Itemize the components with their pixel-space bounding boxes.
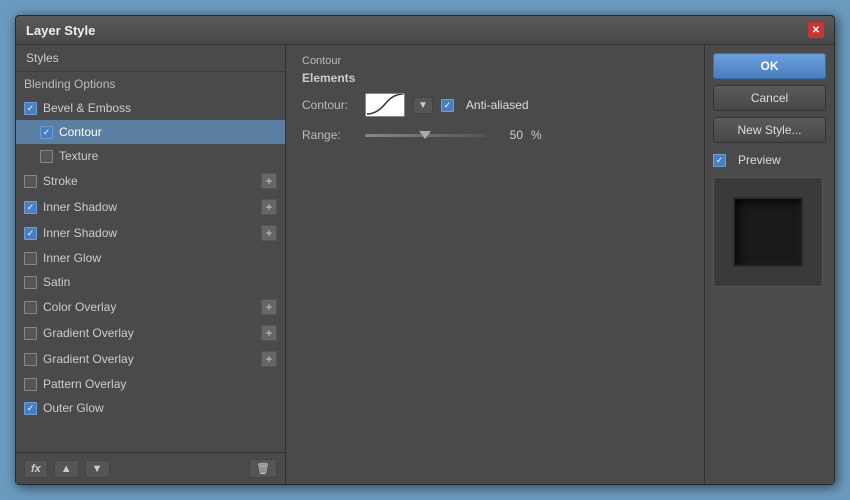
inner-shadow-2-checkbox[interactable] — [24, 227, 37, 240]
gradient-overlay-1-checkbox[interactable] — [24, 327, 37, 340]
preview-label: Preview — [738, 153, 781, 167]
title-bar: Layer Style ✕ — [16, 16, 834, 45]
range-field-label: Range: — [302, 128, 357, 142]
color-overlay-checkbox[interactable] — [24, 301, 37, 314]
pattern-overlay-checkbox[interactable] — [24, 378, 37, 391]
sidebar-item-bevel-emboss[interactable]: Bevel & Emboss — [16, 96, 285, 120]
gradient-overlay-1-label: Gradient Overlay — [43, 326, 134, 340]
sidebar-item-gradient-overlay-1[interactable]: Gradient Overlay + — [16, 320, 285, 346]
gradient-overlay-2-add-button[interactable]: + — [261, 351, 277, 367]
range-thumb — [419, 131, 431, 139]
delete-button[interactable]: 🗑 — [249, 459, 277, 478]
move-down-button[interactable]: ▼ — [85, 460, 110, 478]
inner-glow-checkbox[interactable] — [24, 252, 37, 265]
trash-icon: 🗑 — [256, 462, 270, 475]
sidebar-item-contour[interactable]: Contour — [16, 120, 285, 144]
sidebar-item-inner-shadow-1[interactable]: Inner Shadow + — [16, 194, 285, 220]
preview-box — [713, 177, 823, 287]
bevel-emboss-label: Bevel & Emboss — [43, 101, 131, 115]
fx-icon: fx — [31, 463, 41, 475]
sidebar-item-inner-shadow-2[interactable]: Inner Shadow + — [16, 220, 285, 246]
inner-shadow-2-add-button[interactable]: + — [261, 225, 277, 241]
texture-label: Texture — [59, 149, 98, 163]
stroke-checkbox[interactable] — [24, 175, 37, 188]
move-up-button[interactable]: ▲ — [54, 460, 79, 478]
styles-header: Styles — [16, 45, 285, 72]
contour-section-title: Contour — [302, 55, 688, 67]
layer-style-dialog: Layer Style ✕ Styles Blending Options Be… — [15, 15, 835, 485]
contour-curve-svg — [367, 94, 403, 116]
contour-dropdown-button[interactable]: ▼ — [413, 97, 433, 114]
anti-alias-checkbox[interactable] — [441, 99, 454, 112]
preview-inner-shape — [733, 197, 803, 267]
gradient-overlay-2-checkbox[interactable] — [24, 353, 37, 366]
pattern-overlay-label: Pattern Overlay — [43, 377, 126, 391]
up-icon: ▲ — [61, 463, 72, 475]
fx-button[interactable]: fx — [24, 460, 48, 478]
close-button[interactable]: ✕ — [808, 22, 824, 38]
anti-alias-label: Anti-aliased — [466, 98, 529, 112]
preview-checkbox[interactable] — [713, 154, 726, 167]
range-value: 50 — [493, 128, 523, 142]
sidebar-item-outer-glow[interactable]: Outer Glow — [16, 396, 285, 420]
satin-label: Satin — [43, 275, 70, 289]
sidebar-item-texture[interactable]: Texture — [16, 144, 285, 168]
blending-options-label: Blending Options — [24, 77, 115, 91]
dialog-title: Layer Style — [26, 23, 95, 38]
down-icon: ▼ — [92, 463, 103, 475]
contour-checkbox[interactable] — [40, 126, 53, 139]
cancel-button[interactable]: Cancel — [713, 85, 826, 111]
inner-glow-label: Inner Glow — [43, 251, 101, 265]
dialog-body: Styles Blending Options Bevel & Emboss C… — [16, 45, 834, 484]
sidebar-item-gradient-overlay-2[interactable]: Gradient Overlay + — [16, 346, 285, 372]
bevel-emboss-checkbox[interactable] — [24, 102, 37, 115]
left-panel: Styles Blending Options Bevel & Emboss C… — [16, 45, 286, 484]
sidebar-item-stroke[interactable]: Stroke + — [16, 168, 285, 194]
ok-button[interactable]: OK — [713, 53, 826, 79]
stroke-label: Stroke — [43, 174, 78, 188]
elements-subtitle: Elements — [302, 71, 688, 85]
outer-glow-checkbox[interactable] — [24, 402, 37, 415]
inner-shadow-2-label: Inner Shadow — [43, 226, 117, 240]
range-percent: % — [531, 128, 542, 142]
range-slider[interactable] — [365, 127, 485, 143]
range-row: Range: 50 % — [302, 127, 688, 143]
sidebar-item-inner-glow[interactable]: Inner Glow — [16, 246, 285, 270]
inner-shadow-1-checkbox[interactable] — [24, 201, 37, 214]
inner-shadow-1-label: Inner Shadow — [43, 200, 117, 214]
sidebar-item-blending-options[interactable]: Blending Options — [16, 72, 285, 96]
range-track — [365, 134, 485, 137]
satin-checkbox[interactable] — [24, 276, 37, 289]
color-overlay-label: Color Overlay — [43, 300, 116, 314]
anti-alias-row: Anti-aliased — [441, 98, 529, 112]
sidebar-item-satin[interactable]: Satin — [16, 270, 285, 294]
gradient-overlay-1-add-button[interactable]: + — [261, 325, 277, 341]
inner-shadow-1-add-button[interactable]: + — [261, 199, 277, 215]
sidebar-item-color-overlay[interactable]: Color Overlay + — [16, 294, 285, 320]
outer-glow-label: Outer Glow — [43, 401, 104, 415]
contour-preview[interactable] — [365, 93, 405, 117]
preview-label-row: Preview — [713, 153, 826, 167]
sidebar-item-pattern-overlay[interactable]: Pattern Overlay — [16, 372, 285, 396]
color-overlay-add-button[interactable]: + — [261, 299, 277, 315]
center-panel: Contour Elements Contour: ▼ Anti-aliased — [286, 45, 704, 484]
layer-styles-list: Blending Options Bevel & Emboss Contour … — [16, 72, 285, 452]
contour-row: Contour: ▼ Anti-aliased — [302, 93, 688, 117]
contour-label: Contour — [59, 125, 102, 139]
left-panel-footer: fx ▲ ▼ 🗑 — [16, 452, 285, 484]
new-style-button[interactable]: New Style... — [713, 117, 826, 143]
contour-field-label: Contour: — [302, 98, 357, 112]
texture-checkbox[interactable] — [40, 150, 53, 163]
gradient-overlay-2-label: Gradient Overlay — [43, 352, 134, 366]
right-panel: OK Cancel New Style... Preview — [704, 45, 834, 484]
stroke-add-button[interactable]: + — [261, 173, 277, 189]
